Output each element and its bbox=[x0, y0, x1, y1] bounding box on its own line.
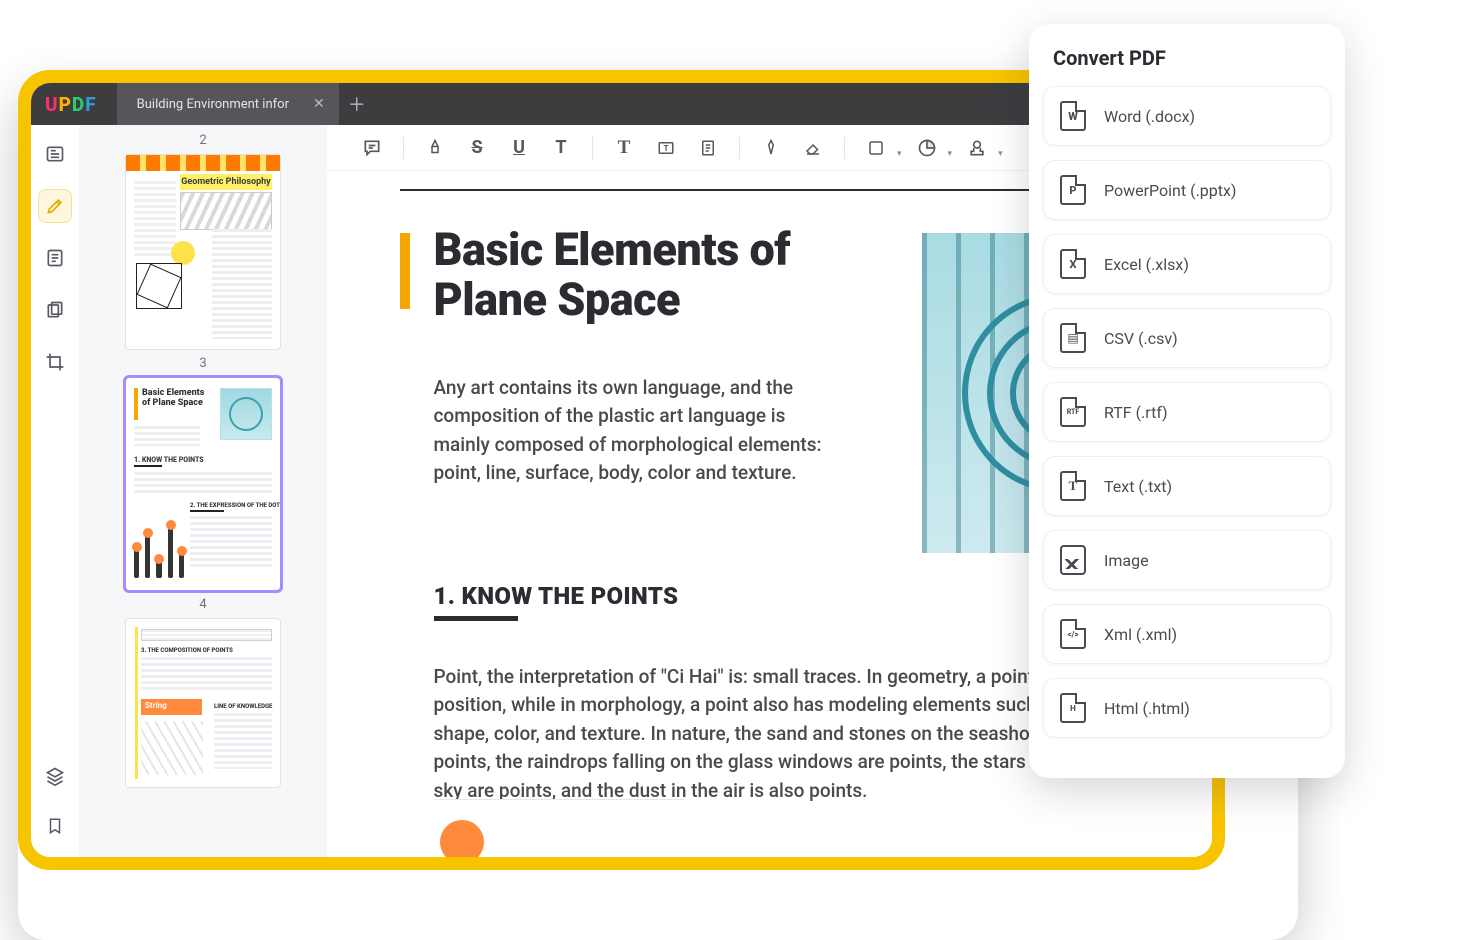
format-csv[interactable]: CSV (.csv) bbox=[1043, 308, 1331, 368]
format-word[interactable]: Word (.docx) bbox=[1043, 86, 1331, 146]
rtf-icon bbox=[1060, 397, 1086, 427]
highlighter-icon[interactable] bbox=[418, 131, 452, 165]
svg-text:T: T bbox=[663, 144, 668, 154]
stamp-icon[interactable] bbox=[960, 131, 994, 165]
new-tab-button[interactable]: ＋ bbox=[340, 91, 374, 117]
format-rtf[interactable]: RTF (.rtf) bbox=[1043, 382, 1331, 442]
page-number-label: 4 bbox=[79, 597, 327, 612]
strikethrough-icon[interactable]: S bbox=[460, 131, 494, 165]
left-rail bbox=[31, 125, 79, 857]
close-icon[interactable]: ✕ bbox=[313, 96, 325, 112]
format-text[interactable]: Text (.txt) bbox=[1043, 456, 1331, 516]
sticker-icon[interactable] bbox=[910, 131, 944, 165]
note-icon[interactable] bbox=[691, 131, 725, 165]
excel-icon bbox=[1060, 249, 1086, 279]
chevron-down-icon[interactable]: ▾ bbox=[948, 137, 953, 159]
figure-image bbox=[434, 799, 684, 857]
page-number-label: 2 bbox=[79, 133, 327, 148]
format-html[interactable]: Html (.html) bbox=[1043, 678, 1331, 738]
bookmark-icon[interactable] bbox=[38, 809, 72, 843]
pencil-icon[interactable] bbox=[754, 131, 788, 165]
format-image[interactable]: Image bbox=[1043, 530, 1331, 590]
squiggly-icon[interactable]: T bbox=[544, 131, 578, 165]
thumbnail-page-2[interactable]: Geometric Philosophy bbox=[125, 154, 281, 350]
image-icon bbox=[1060, 545, 1086, 575]
xml-icon bbox=[1060, 619, 1086, 649]
organize-pages-icon[interactable] bbox=[38, 293, 72, 327]
csv-icon bbox=[1060, 323, 1086, 353]
edit-mode-icon[interactable] bbox=[38, 241, 72, 275]
convert-pdf-panel: Convert PDF Word (.docx) PowerPoint (.pp… bbox=[1029, 24, 1345, 778]
intro-paragraph: Any art contains its own language, and t… bbox=[434, 374, 834, 488]
text-icon bbox=[1060, 471, 1086, 501]
thumbnail-page-3[interactable]: Basic Elements of Plane Space 1. KNOW TH… bbox=[125, 377, 281, 591]
format-excel[interactable]: Excel (.xlsx) bbox=[1043, 234, 1331, 294]
layers-icon[interactable] bbox=[38, 759, 72, 793]
tab-title: Building Environment infor bbox=[137, 97, 289, 112]
text-icon[interactable]: T bbox=[607, 131, 641, 165]
annotate-mode-icon[interactable] bbox=[38, 189, 72, 223]
eraser-icon[interactable] bbox=[796, 131, 830, 165]
chevron-down-icon[interactable]: ▾ bbox=[998, 137, 1003, 159]
panel-title: Convert PDF bbox=[1053, 46, 1321, 70]
shape-icon[interactable] bbox=[859, 131, 893, 165]
thumbnail-page-4[interactable]: 3. THE COMPOSITION OF POINTS String LINE… bbox=[125, 618, 281, 788]
powerpoint-icon bbox=[1060, 175, 1086, 205]
thumbnail-panel: 2 Geometric Philosophy 3 Basic Elements … bbox=[79, 125, 327, 857]
html-icon bbox=[1060, 693, 1086, 723]
chevron-down-icon[interactable]: ▾ bbox=[897, 137, 902, 159]
document-tab[interactable]: Building Environment infor ✕ bbox=[117, 83, 340, 125]
format-xml[interactable]: Xml (.xml) bbox=[1043, 604, 1331, 664]
app-logo: UPDF bbox=[45, 93, 97, 116]
comment-icon[interactable] bbox=[355, 131, 389, 165]
underline-icon[interactable]: U bbox=[502, 131, 536, 165]
word-icon bbox=[1060, 101, 1086, 131]
textbox-icon[interactable]: T bbox=[649, 131, 683, 165]
page-number-label: 3 bbox=[79, 356, 327, 371]
crop-icon[interactable] bbox=[38, 345, 72, 379]
reader-mode-icon[interactable] bbox=[38, 137, 72, 171]
format-powerpoint[interactable]: PowerPoint (.pptx) bbox=[1043, 160, 1331, 220]
